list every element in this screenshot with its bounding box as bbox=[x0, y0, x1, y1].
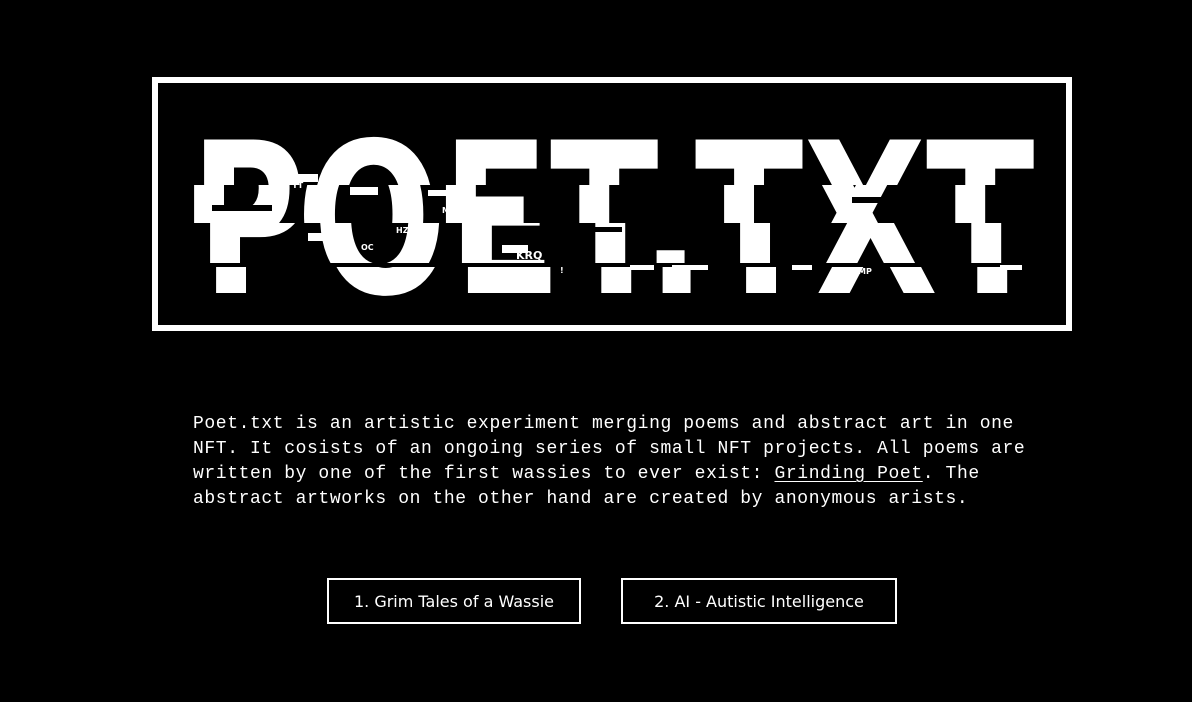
glitch-fragment-oc: OC bbox=[361, 243, 374, 252]
glitch-fragment-mxbe: MXBE bbox=[442, 206, 468, 215]
glitch-fragment-krq: KRQ bbox=[516, 249, 542, 262]
glitch-fragment-yt: YT bbox=[291, 181, 304, 190]
poet-txt-logo: POET.TXT POET.TXT POET.TXT POET.TXT YT M… bbox=[152, 77, 1072, 331]
grinding-poet-link[interactable]: Grinding Poet bbox=[775, 464, 923, 484]
project-1-button[interactable]: 1. Grim Tales of a Wassie bbox=[327, 578, 581, 624]
intro-paragraph: Poet.txt is an artistic experiment mergi… bbox=[193, 412, 1043, 512]
project-2-button[interactable]: 2. AI - Autistic Intelligence bbox=[621, 578, 897, 624]
glitch-fragment-hza: HZA bbox=[396, 226, 415, 235]
glitch-fragment-excl: ! bbox=[560, 266, 564, 275]
glitch-fragment-mp: MP bbox=[858, 267, 872, 276]
